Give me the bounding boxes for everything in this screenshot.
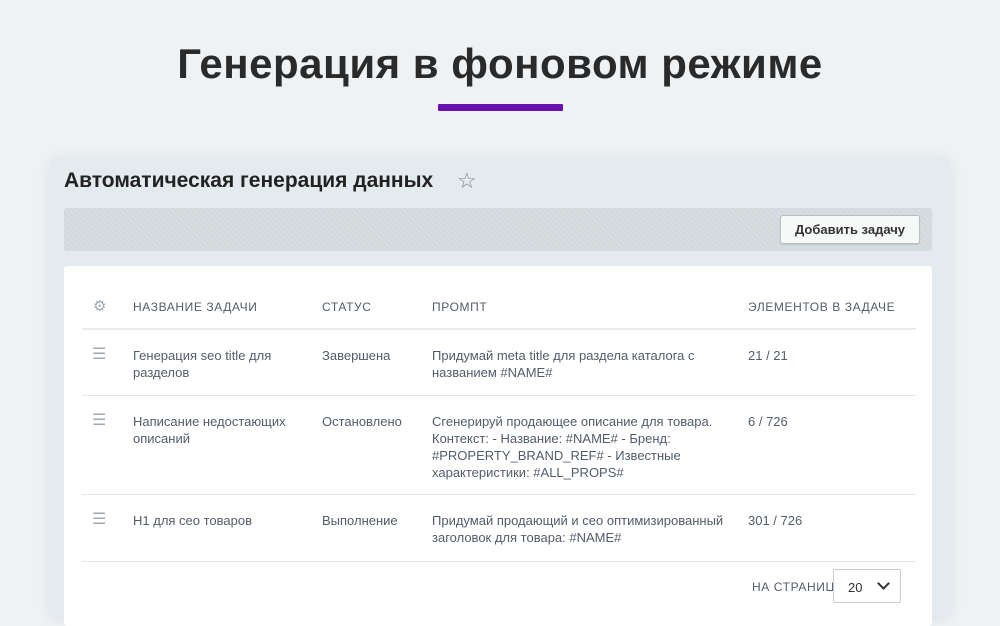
drag-handle-icon[interactable]: ☰ [92, 413, 106, 429]
toolbar: Добавить задачу [64, 208, 932, 251]
task-name: H1 для сео товаров [133, 513, 253, 528]
gear-icon[interactable]: ⚙ [93, 297, 106, 315]
header-divider [82, 328, 916, 330]
row-divider [82, 494, 916, 495]
task-prompt: Сгенерируй продающее описание для товара… [432, 414, 713, 480]
header-task-name[interactable]: НАЗВАНИЕ ЗАДАЧИ [133, 300, 258, 314]
row-divider [82, 561, 916, 562]
per-page-select[interactable]: 20 [833, 569, 901, 603]
star-icon[interactable]: ☆ [457, 169, 477, 193]
row-divider [82, 395, 916, 396]
per-page-value: 20 [848, 580, 863, 595]
drag-handle-icon[interactable]: ☰ [92, 512, 106, 528]
add-task-button[interactable]: Добавить задачу [779, 215, 920, 244]
tasks-panel: Автоматическая генерация данных ☆ Добави… [50, 157, 950, 626]
task-element-count: 6 / 726 [748, 414, 788, 429]
drag-handle-icon[interactable]: ☰ [92, 347, 106, 363]
header-status[interactable]: СТАТУС [322, 300, 372, 314]
panel-title: Автоматическая генерация данных [64, 169, 434, 192]
task-status: Завершена [322, 348, 391, 363]
header-element-count[interactable]: ЭЛЕМЕНТОВ В ЗАДАЧЕ [748, 300, 895, 314]
task-name: Генерация seo title для разделов [133, 348, 272, 380]
header-prompt[interactable]: ПРОМПТ [432, 300, 487, 314]
chevron-down-icon [877, 577, 890, 590]
page-title: Генерация в фоновом режиме [177, 40, 823, 87]
task-status: Остановлено [322, 414, 402, 429]
task-element-count: 301 / 726 [748, 513, 803, 528]
task-name: Написание недостающих описаний [133, 414, 286, 446]
task-status: Выполнение [322, 513, 398, 528]
task-prompt: Придумай продающий и сео оптимизированны… [432, 513, 724, 545]
task-element-count: 21 / 21 [748, 348, 788, 363]
title-underline [438, 104, 563, 111]
task-prompt: Придумай meta title для раздела каталога… [432, 348, 695, 380]
